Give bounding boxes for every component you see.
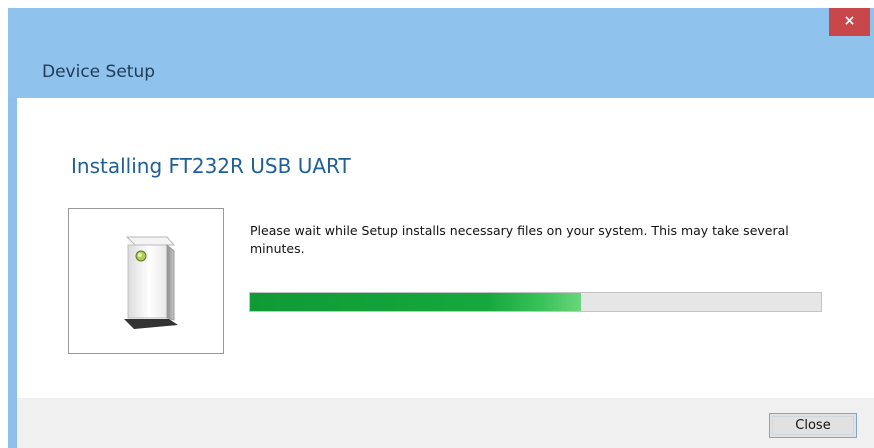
title-bar[interactable]: × Device Setup: [8, 8, 874, 98]
device-setup-window: × Device Setup Installing FT232R USB UAR…: [8, 8, 874, 448]
device-image-frame: [68, 208, 224, 354]
progress-fill: [250, 293, 582, 311]
installation-progress-bar: [249, 292, 822, 312]
close-button[interactable]: Close: [769, 413, 857, 438]
installing-heading: Installing FT232R USB UART: [71, 154, 351, 178]
usb-device-icon: [124, 236, 178, 329]
dialog-footer: Close: [17, 398, 874, 448]
setup-content: Installing FT232R USB UART Please wait w…: [17, 98, 874, 398]
window-title: Device Setup: [42, 62, 156, 82]
window-close-icon[interactable]: ×: [829, 8, 870, 36]
progress-message: Please wait while Setup installs necessa…: [250, 223, 789, 256]
